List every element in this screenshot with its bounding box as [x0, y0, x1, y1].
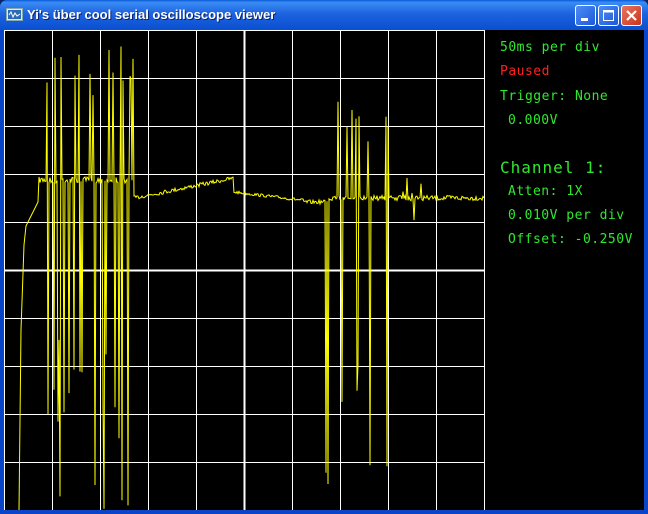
paused-status: Paused — [500, 64, 550, 79]
scope-grid — [4, 30, 485, 510]
channel-atten: Atten: 1X — [508, 184, 583, 199]
app-icon — [6, 8, 23, 21]
maximize-button[interactable] — [598, 5, 619, 26]
oscilloscope-client-area: 50ms per div Paused Trigger: None 0.000V… — [4, 30, 644, 510]
minimize-button[interactable] — [575, 5, 596, 26]
app-window: Yi's über cool serial oscilloscope viewe… — [0, 0, 648, 514]
trigger-label: Trigger: None — [500, 89, 609, 104]
close-button[interactable] — [621, 5, 642, 26]
timebase-label: 50ms per div — [500, 40, 600, 55]
channel-offset: Offset: -0.250V — [508, 232, 633, 247]
maximize-icon — [603, 10, 614, 21]
window-title: Yi's über cool serial oscilloscope viewe… — [27, 7, 276, 22]
close-icon — [626, 10, 637, 21]
trigger-level: 0.000V — [508, 113, 558, 128]
title-bar[interactable]: Yi's über cool serial oscilloscope viewe… — [0, 0, 648, 30]
channel-1-trace — [18, 46, 485, 510]
window-frame-bottom — [0, 510, 648, 514]
window-frame-right — [644, 30, 648, 514]
channel-scale: 0.010V per div — [508, 208, 625, 223]
minimize-icon — [581, 18, 588, 21]
channel-title: Channel 1: — [500, 158, 607, 177]
